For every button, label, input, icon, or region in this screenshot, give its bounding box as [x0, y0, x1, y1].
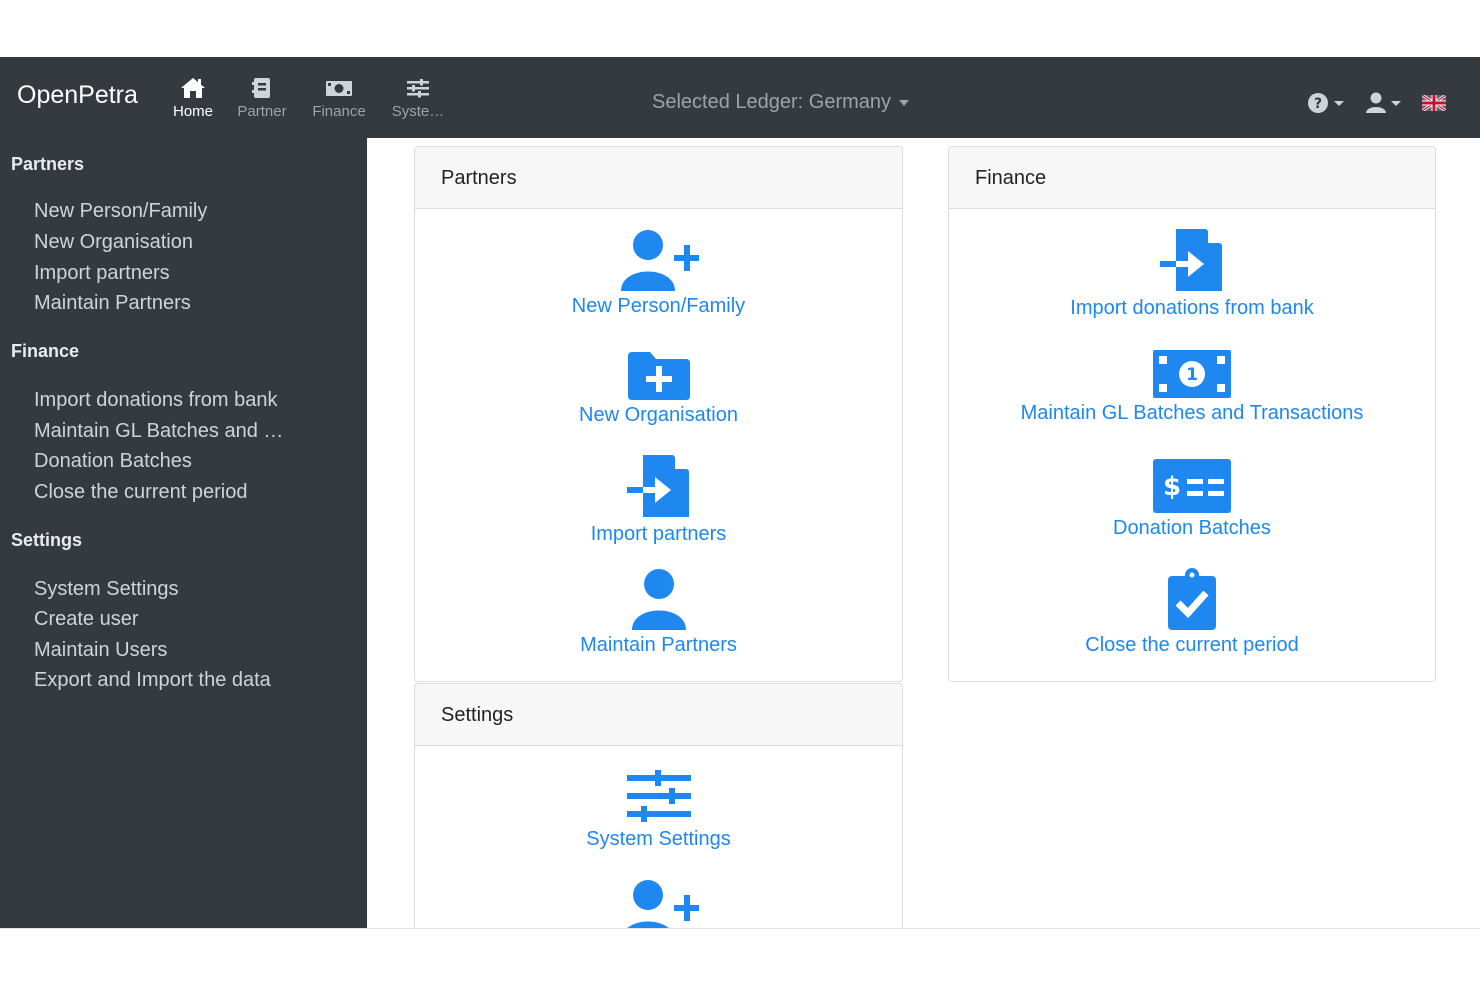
nav-label: Partner: [237, 103, 287, 120]
sidebar-item-create-user[interactable]: Create user: [34, 608, 139, 631]
tile-create-user[interactable]: [415, 879, 902, 928]
uk-flag-icon: [1421, 93, 1447, 113]
sidebar-item-new-organisation[interactable]: New Organisation: [34, 231, 193, 254]
user-icon: [631, 569, 686, 630]
sidebar-item-maintain-users[interactable]: Maintain Users: [34, 639, 167, 662]
tile-label: System Settings: [586, 828, 731, 850]
address-book-icon: [252, 78, 270, 98]
tile-label: Maintain GL Batches and Transactions: [1020, 402, 1364, 424]
top-navbar: OpenPetra Home Partner Finance Syste… Se…: [0, 57, 1480, 138]
card-header: Partners: [415, 147, 902, 209]
tile-label: Close the current period: [1085, 634, 1299, 656]
partners-card: Partners New Person/Family New Organisat…: [414, 146, 903, 682]
sidebar-item-maintain-partners[interactable]: Maintain Partners: [34, 292, 191, 315]
svg-text:$: $: [1163, 472, 1181, 502]
sidebar-section-title: Settings: [11, 530, 83, 550]
tile-label: New Person/Family: [571, 295, 746, 317]
tile-close-period[interactable]: Close the current period: [949, 568, 1435, 657]
money-bill-icon: 1: [1153, 350, 1231, 398]
home-icon: [181, 78, 205, 98]
ledger-selector[interactable]: Selected Ledger: Germany: [652, 91, 910, 114]
tile-label: New Organisation: [579, 404, 738, 426]
tile-maintain-gl-batches[interactable]: 1 Maintain GL Batches and Transactions: [949, 350, 1435, 425]
sidebar-item-maintain-gl-batches[interactable]: Maintain GL Batches and …: [34, 420, 283, 443]
user-icon: [1366, 92, 1401, 113]
clipboard-check-icon: [1168, 568, 1216, 630]
sliders-icon: [407, 79, 429, 98]
tile-label: Import partners: [590, 523, 727, 545]
tile-donation-batches[interactable]: $ Donation Batches: [949, 459, 1435, 540]
nav-label: Finance: [312, 103, 366, 120]
question-circle-icon: ?: [1308, 93, 1344, 113]
help-menu[interactable]: ?: [1308, 92, 1348, 119]
svg-text:?: ?: [1314, 96, 1322, 112]
nav-system[interactable]: Syste…: [388, 77, 448, 120]
sidebar-item-donation-batches[interactable]: Donation Batches: [34, 450, 192, 473]
nav-partner[interactable]: Partner: [234, 77, 290, 120]
tile-label: Donation Batches: [1113, 517, 1271, 539]
settings-card: Settings System Settings: [414, 683, 903, 928]
card-title: Finance: [975, 167, 1047, 189]
sidebar: Partners New Person/Family New Organisat…: [0, 138, 367, 928]
brand-logo[interactable]: OpenPetra: [17, 81, 138, 110]
card-header: Finance: [949, 147, 1435, 209]
sidebar-item-export-import[interactable]: Export and Import the data: [34, 669, 271, 692]
sidebar-item-close-period[interactable]: Close the current period: [34, 481, 247, 504]
finance-card: Finance Import donations from bank 1 Mai: [948, 146, 1436, 682]
tile-maintain-partners[interactable]: Maintain Partners: [415, 568, 902, 657]
sidebar-item-import-donations[interactable]: Import donations from bank: [34, 389, 277, 412]
user-plus-icon: [627, 880, 699, 928]
file-import-icon: [1160, 229, 1222, 291]
tile-system-settings[interactable]: System Settings: [415, 770, 902, 851]
tile-import-partners[interactable]: Import partners: [415, 455, 902, 546]
user-menu[interactable]: [1366, 92, 1406, 119]
money-bill-icon: [326, 81, 352, 96]
svg-text:1: 1: [1186, 365, 1198, 385]
chevron-down-icon: [899, 99, 910, 106]
sidebar-item-new-person-family[interactable]: New Person/Family: [34, 200, 207, 223]
nav-finance[interactable]: Finance: [308, 77, 370, 120]
tile-import-donations[interactable]: Import donations from bank: [949, 229, 1435, 320]
sliders-icon: [626, 770, 691, 822]
tile-label: Maintain Partners: [580, 634, 737, 656]
tile-label: Import donations from bank: [1070, 297, 1314, 319]
money-check-icon: $: [1153, 459, 1231, 513]
card-title: Settings: [441, 704, 514, 726]
sidebar-section-title: Finance: [11, 341, 80, 361]
nav-home[interactable]: Home: [170, 77, 216, 120]
card-title: Partners: [441, 167, 517, 189]
sidebar-section-title: Partners: [11, 154, 85, 174]
sidebar-item-import-partners[interactable]: Import partners: [34, 262, 170, 285]
folder-plus-icon: [627, 352, 690, 400]
app-window: OpenPetra Home Partner Finance Syste… Se…: [0, 57, 1480, 928]
window-bottom-edge: [0, 928, 1480, 929]
sidebar-item-system-settings[interactable]: System Settings: [34, 578, 179, 601]
tile-new-person-family[interactable]: New Person/Family: [415, 229, 902, 318]
card-header: Settings: [415, 684, 902, 746]
user-plus-icon: [620, 230, 699, 291]
nav-label: Home: [172, 103, 213, 120]
file-import-icon: [626, 455, 689, 517]
tile-new-organisation[interactable]: New Organisation: [415, 350, 902, 427]
nav-label: Syste…: [391, 103, 445, 120]
language-selector[interactable]: [1421, 93, 1447, 116]
ledger-label: Selected Ledger: Germany: [652, 91, 892, 113]
